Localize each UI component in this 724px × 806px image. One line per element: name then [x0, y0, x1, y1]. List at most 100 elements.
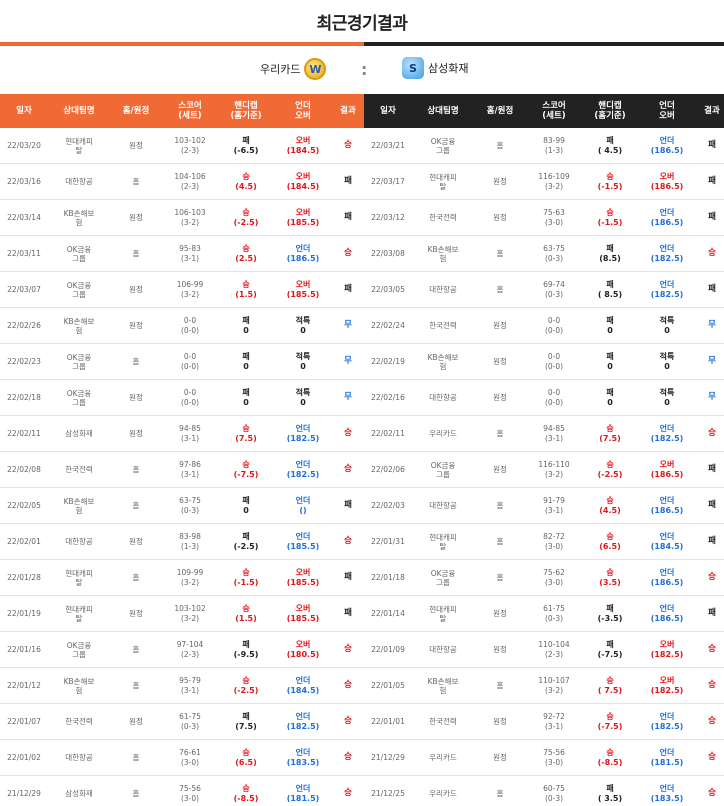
score-bottom: (0-0): [544, 325, 564, 335]
result: 무: [708, 356, 716, 366]
handicap: 승 (4.5): [218, 164, 274, 199]
result: 무: [344, 320, 352, 330]
result: 승: [344, 788, 352, 798]
match-date: 22/03/08: [371, 249, 405, 258]
handicap-bottom: 0: [607, 361, 613, 371]
handicap: 승 (6.5): [218, 740, 274, 775]
team-right[interactable]: S 삼성화재: [402, 57, 468, 79]
table-row[interactable]: 22/01/16 OK금융 그룹 홈 97-104 (2-3) 패 (-9.5) 오버 (180…: [0, 632, 364, 668]
under-over: 언더 (186.5): [638, 560, 696, 595]
table-row[interactable]: 22/02/18 OK금융 그룹 원정 0-0 (0-0) 패 0 적특 0 무: [0, 380, 364, 416]
table-row[interactable]: 21/12/25 우리카드 홈 60-75 (0-3) 패( 3.5) 언더 (183.5) 승: [364, 776, 724, 806]
table-row[interactable]: 22/01/31 현대캐피 탈 홈 82-72 (3-0) 승 (6.5) 언더 (184.5)…: [364, 524, 724, 560]
under-over-bottom: (186.5): [650, 469, 684, 479]
table-row[interactable]: 22/03/21 OK금융 그룹 홈 83-99 (1-3) 패( 4.5) 언더 (186.…: [364, 128, 724, 164]
table-row[interactable]: 22/03/05 대한항공 홈 69-74 (0-3) 패( 8.5) 언더 (182.5) 패: [364, 272, 724, 308]
handicap: 패 (-2.5): [218, 524, 274, 559]
table-row[interactable]: 22/01/28 현대캐피 탈 홈 109-99 (3-2) 승 (-1.5) 오버 (185.…: [0, 560, 364, 596]
table-row[interactable]: 22/02/23 OK금융 그룹 홈 0-0 (0-0) 패 0 적특 0 무: [0, 344, 364, 380]
match-date: 22/03/14: [7, 213, 41, 222]
table-row[interactable]: 22/03/17 현대캐피 탈 원정 116-109 (3-2) 승 (-1.5) 오버 (18…: [364, 164, 724, 200]
table-row[interactable]: 22/02/19 KB손해보 험 원정 0-0 (0-0) 패 0 적특 0 무: [364, 344, 724, 380]
under-over-bottom: (182.5): [650, 721, 684, 731]
score-bottom: (3-1): [180, 433, 200, 443]
opponent-name: KB손해보 험: [63, 208, 95, 227]
handicap-bottom: (-2.5): [597, 469, 623, 479]
under-over-bottom: (186.5): [286, 253, 320, 263]
under-over-top: 언더: [659, 783, 675, 793]
table-row[interactable]: 22/02/24 한국전력 원정 0-0 (0-0) 패 0 적특 0 무: [364, 308, 724, 344]
table-row[interactable]: 22/01/05 KB손해보 험 홈 110-107 (3-2) 승( 7.5) 오버 (18…: [364, 668, 724, 704]
table-header-row: 일자 상대팀명 홈/원정 스코어 (세트) 핸디캡 (홈기준) 언더 오버 결과: [364, 94, 724, 128]
handicap-bottom: (-6.5): [233, 145, 259, 155]
table-row[interactable]: 22/03/14 KB손해보 험 원정 106-103 (3-2) 승 (-2.5) 오버 (1…: [0, 200, 364, 236]
handicap: 승 (1.5): [218, 596, 274, 631]
under-over: 언더 (184.5): [274, 668, 332, 703]
score-bottom: (3-0): [544, 217, 564, 227]
table-row[interactable]: 22/02/11 우리카드 홈 94-85 (3-1) 승 (7.5) 언더 (182.5) 승: [364, 416, 724, 452]
table-row[interactable]: 22/02/08 한국전력 홈 97-86 (3-1) 승 (-7.5) 언더 (182.5) 승: [0, 452, 364, 488]
table-row[interactable]: 22/03/16 대한항공 홈 104-106 (2-3) 승 (4.5) 오버 (184.5)…: [0, 164, 364, 200]
score-top: 0-0: [547, 351, 561, 361]
score: 83-98 (1-3): [162, 524, 218, 559]
home-away: 홈: [132, 249, 140, 258]
opponent-name: KB손해보 험: [427, 244, 459, 263]
score-top: 116-110: [538, 459, 570, 469]
under-over-top: 언더: [659, 711, 675, 721]
header-opponent: 상대팀명: [427, 106, 459, 116]
table-row[interactable]: 22/02/03 대한항공 홈 91-79 (3-1) 승 (4.5) 언더 (186.5) 패: [364, 488, 724, 524]
handicap-top: 승: [242, 207, 250, 217]
table-row[interactable]: 22/02/16 대한항공 원정 0-0 (0-0) 패 0 적특 0 무: [364, 380, 724, 416]
opponent-name: 현대캐피 탈: [429, 604, 457, 623]
table-row[interactable]: 22/01/19 현대캐피 탈 원정 103-102 (3-2) 승 (1.5) 오버 (185…: [0, 596, 364, 632]
table-row[interactable]: 22/03/20 현대캐피 탈 원정 103-102 (2-3) 패 (-6.5) 오버 (18…: [0, 128, 364, 164]
table-row[interactable]: 22/02/06 OK금융 그룹 원정 116-110 (3-2) 승 (-2.5) 오버 (1…: [364, 452, 724, 488]
handicap-top: 승: [242, 243, 250, 253]
under-over-top: 언더: [659, 531, 675, 541]
table-row[interactable]: 22/03/12 한국전력 원정 75-63 (3-0) 승 (-1.5) 언더 (186.5)…: [364, 200, 724, 236]
match-date: 22/01/09: [371, 645, 405, 654]
table-row[interactable]: 22/02/11 삼성화재 원정 94-85 (3-1) 승 (7.5) 언더 (182.5) 승: [0, 416, 364, 452]
under-over-bottom: 0: [300, 325, 306, 335]
score-top: 83-98: [179, 531, 201, 541]
score-top: 109-99: [176, 567, 204, 577]
match-date: 22/03/07: [7, 285, 41, 294]
table-row[interactable]: 22/02/26 KB손해보 험 원정 0-0 (0-0) 패 0 적특 0 무: [0, 308, 364, 344]
table-row[interactable]: 22/02/01 대한항공 원정 83-98 (1-3) 패 (-2.5) 언더 (185.5)…: [0, 524, 364, 560]
handicap: 패0: [218, 308, 274, 343]
under-over-top: 오버: [659, 459, 675, 469]
result: 패: [708, 500, 716, 510]
score-top: 97-86: [179, 459, 201, 469]
table-row[interactable]: 22/03/07 OK금융 그룹 원정 106-99 (3-2) 승 (1.5) 오버 (185…: [0, 272, 364, 308]
table-row[interactable]: 22/01/18 OK금융 그룹 홈 75-62 (3-0) 승 (3.5) 언더 (186.5…: [364, 560, 724, 596]
table-row[interactable]: 22/02/05 KB손해보 험 홈 63-75 (0-3) 패 0 언더() 패: [0, 488, 364, 524]
match-date: 22/01/01: [371, 717, 405, 726]
table-row[interactable]: 22/03/11 OK금융 그룹 홈 95-83 (3-1) 승 (2.5) 언더 (186.5…: [0, 236, 364, 272]
under-over-top: 오버: [659, 675, 675, 685]
handicap-bottom: (-9.5): [233, 649, 259, 659]
table-row[interactable]: 21/12/29 우리카드 원정 75-56 (3-0) 승 (-8.5) 언더 (181.5)…: [364, 740, 724, 776]
header-home-away: 홈/원정: [122, 106, 150, 116]
under-over-top: 언더: [295, 495, 311, 505]
table-row[interactable]: 22/01/02 대한항공 홈 76-61 (3-0) 승 (6.5) 언더 (183.5) 승: [0, 740, 364, 776]
opponent-name: OK금융 그룹: [430, 460, 456, 479]
score-bottom: (0-0): [544, 397, 564, 407]
table-row[interactable]: 22/01/14 현대캐피 탈 원정 61-75 (0-3) 패 (-3.5) 언더 (186.…: [364, 596, 724, 632]
opponent-name: 대한항공: [429, 645, 457, 654]
result: 무: [708, 320, 716, 330]
handicap-top: 승: [242, 423, 250, 433]
score: 95-83 (3-1): [162, 236, 218, 271]
table-row[interactable]: 21/12/29 삼성화재 홈 75-56 (3-0) 승 (-8.5) 언더 (181.5) 승: [0, 776, 364, 806]
table-row[interactable]: 22/01/09 대한항공 원정 110-104 (2-3) 패 (-7.5) 오버 (182.…: [364, 632, 724, 668]
under-over: 적특 0: [274, 380, 332, 415]
table-row[interactable]: 22/01/01 한국전력 원정 92-72 (3-1) 승 (-7.5) 언더 (182.5)…: [364, 704, 724, 740]
table-row[interactable]: 22/01/07 한국전력 원정 61-75 (0-3) 패 (7.5) 언더 (182.5) 승: [0, 704, 364, 740]
score-bottom: (3-1): [544, 433, 564, 443]
handicap: 승 (7.5): [218, 416, 274, 451]
team-left[interactable]: 우리카드 W: [260, 58, 327, 80]
table-row[interactable]: 22/03/08 KB손해보 험 홈 63-75 (0-3) 패 (8.5) 언더 (182.5…: [364, 236, 724, 272]
match-date: 22/01/07: [7, 717, 41, 726]
home-away: 원정: [129, 141, 143, 150]
score-top: 103-102: [174, 603, 206, 613]
table-row[interactable]: 22/01/12 KB손해보 험 홈 95-79 (3-1) 승 (-2.5) 언더 (184.…: [0, 668, 364, 704]
